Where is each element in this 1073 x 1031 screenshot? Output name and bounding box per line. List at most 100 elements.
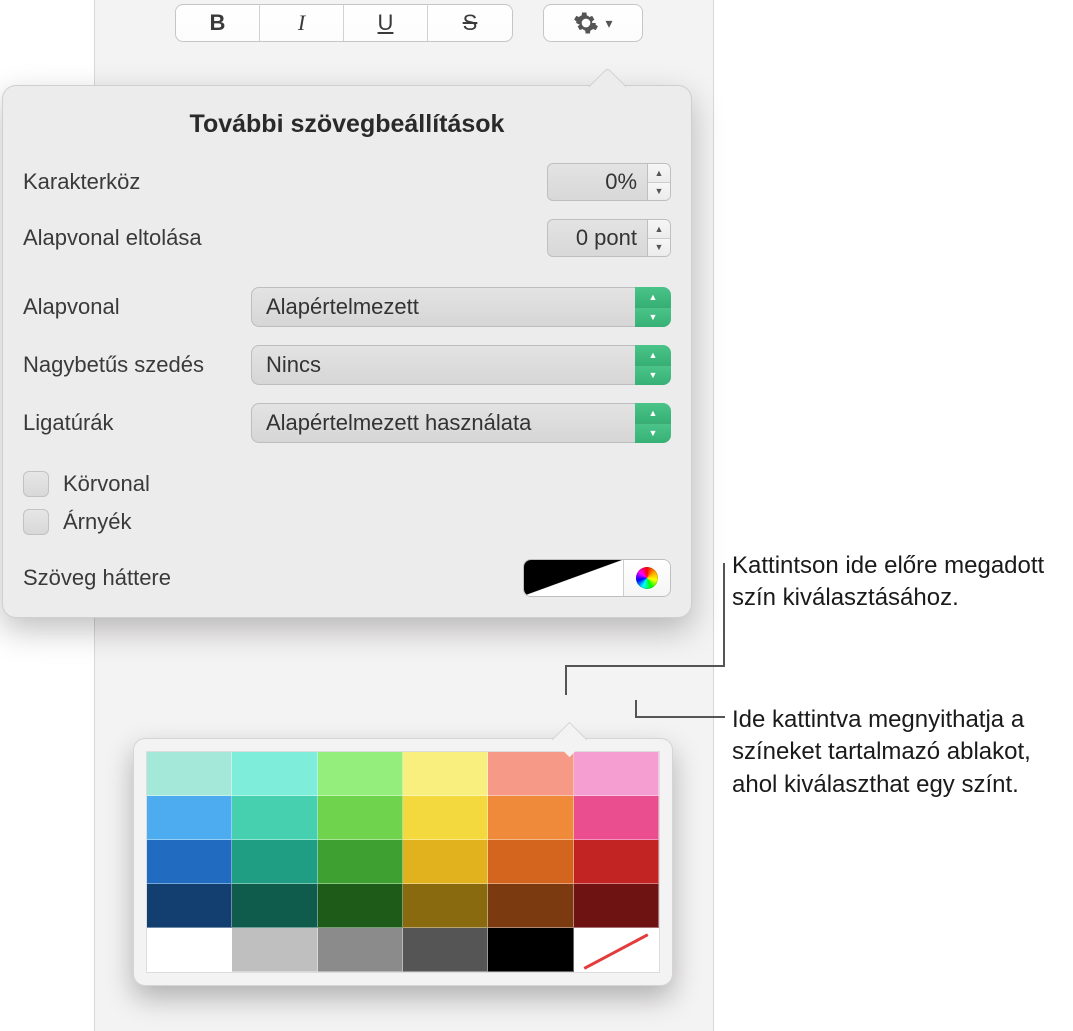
callout-preset-color: Kattintson ide előre megadott szín kivál…	[732, 550, 1052, 615]
outline-row: Körvonal	[23, 471, 671, 497]
palette-swatch[interactable]	[318, 840, 403, 884]
palette-swatch[interactable]	[403, 752, 488, 796]
palette-swatch[interactable]	[488, 928, 573, 972]
palette-swatch[interactable]	[232, 840, 317, 884]
caps-dd-arrows: ▲ ▼	[635, 345, 671, 385]
leader-line	[565, 665, 567, 695]
char-spacing-value: 0%	[547, 163, 647, 201]
format-toolbar: B I U S ▾	[175, 4, 643, 42]
leader-line	[565, 665, 725, 667]
char-spacing-up[interactable]: ▲	[648, 164, 670, 183]
callout-color-wheel: Ide kattintva megnyithatja a színeket ta…	[732, 704, 1052, 801]
dd-down[interactable]: ▼	[635, 424, 671, 444]
leader-line	[723, 563, 725, 667]
chevron-down-icon: ▾	[605, 15, 612, 32]
palette-swatch[interactable]	[318, 928, 403, 972]
strikethrough-button[interactable]: S	[428, 5, 512, 41]
underline-button[interactable]: U	[344, 5, 428, 41]
palette-swatch[interactable]	[147, 796, 232, 840]
palette-swatch[interactable]	[403, 928, 488, 972]
baseline-shift-row: Alapvonal eltolása 0 pont ▲ ▼	[23, 219, 671, 257]
text-options-popover: További szövegbeállítások Karakterköz 0%…	[2, 85, 692, 618]
dd-down[interactable]: ▼	[635, 308, 671, 328]
palette-swatch[interactable]	[318, 752, 403, 796]
text-background-colorwell	[523, 559, 671, 597]
more-text-options-button[interactable]: ▾	[543, 4, 643, 42]
baseline-label: Alapvonal	[23, 294, 120, 320]
ligatures-dropdown[interactable]: Alapértelmezett használata ▲ ▼	[251, 403, 671, 443]
char-spacing-label: Karakterköz	[23, 169, 140, 195]
gear-icon	[573, 10, 599, 36]
bold-button[interactable]: B	[176, 5, 260, 41]
palette-swatch[interactable]	[574, 884, 659, 928]
text-background-label: Szöveg háttere	[23, 565, 171, 591]
palette-swatch[interactable]	[318, 796, 403, 840]
palette-swatch[interactable]	[574, 928, 659, 972]
colorwheel-icon	[636, 567, 658, 589]
ligatures-label: Ligatúrák	[23, 410, 114, 436]
palette-swatch[interactable]	[232, 752, 317, 796]
preset-color-swatch[interactable]	[524, 560, 624, 596]
palette-swatch[interactable]	[403, 840, 488, 884]
baseline-shift-arrows: ▲ ▼	[647, 219, 671, 257]
text-background-row: Szöveg háttere	[23, 559, 671, 597]
baseline-shift-stepper[interactable]: 0 pont ▲ ▼	[547, 219, 671, 257]
popover-title: További szövegbeállítások	[23, 110, 671, 139]
palette-swatch[interactable]	[318, 884, 403, 928]
palette-swatch[interactable]	[403, 796, 488, 840]
outline-checkbox[interactable]	[23, 471, 49, 497]
outline-label: Körvonal	[63, 471, 150, 497]
shadow-row: Árnyék	[23, 509, 671, 535]
bold-glyph: B	[210, 10, 226, 36]
palette-swatch[interactable]	[232, 928, 317, 972]
ligatures-dd-arrows: ▲ ▼	[635, 403, 671, 443]
palette-swatch[interactable]	[574, 840, 659, 884]
color-picker-button[interactable]	[624, 560, 670, 596]
shadow-checkbox[interactable]	[23, 509, 49, 535]
strike-glyph: S	[463, 10, 478, 36]
caps-value: Nincs	[251, 345, 635, 385]
baseline-shift-label: Alapvonal eltolása	[23, 225, 202, 251]
baseline-dd-arrows: ▲ ▼	[635, 287, 671, 327]
palette-swatch[interactable]	[232, 884, 317, 928]
palette-swatch[interactable]	[147, 752, 232, 796]
shadow-label: Árnyék	[63, 509, 131, 535]
palette-swatch[interactable]	[147, 884, 232, 928]
palette-swatch[interactable]	[574, 752, 659, 796]
char-spacing-arrows: ▲ ▼	[647, 163, 671, 201]
baseline-row: Alapvonal Alapértelmezett ▲ ▼	[23, 287, 671, 327]
dd-up[interactable]: ▲	[635, 287, 671, 308]
leader-line	[635, 716, 725, 718]
preset-color-palette	[133, 738, 673, 986]
baseline-value: Alapértelmezett	[251, 287, 635, 327]
palette-swatch[interactable]	[147, 840, 232, 884]
baseline-dropdown[interactable]: Alapértelmezett ▲ ▼	[251, 287, 671, 327]
palette-swatch[interactable]	[574, 796, 659, 840]
palette-swatch[interactable]	[232, 796, 317, 840]
char-spacing-stepper[interactable]: 0% ▲ ▼	[547, 163, 671, 201]
baseline-shift-up[interactable]: ▲	[648, 220, 670, 239]
ligatures-row: Ligatúrák Alapértelmezett használata ▲ ▼	[23, 403, 671, 443]
palette-swatch[interactable]	[488, 840, 573, 884]
underline-glyph: U	[378, 10, 394, 36]
palette-swatch[interactable]	[488, 884, 573, 928]
style-segmented-control: B I U S	[175, 4, 513, 42]
caps-label: Nagybetűs szedés	[23, 352, 204, 378]
baseline-shift-value: 0 pont	[547, 219, 647, 257]
char-spacing-down[interactable]: ▼	[648, 183, 670, 201]
palette-swatch[interactable]	[488, 752, 573, 796]
caps-dropdown[interactable]: Nincs ▲ ▼	[251, 345, 671, 385]
italic-glyph: I	[298, 10, 305, 36]
dd-up[interactable]: ▲	[635, 403, 671, 424]
italic-button[interactable]: I	[260, 5, 344, 41]
caps-row: Nagybetűs szedés Nincs ▲ ▼	[23, 345, 671, 385]
dd-down[interactable]: ▼	[635, 366, 671, 386]
dd-up[interactable]: ▲	[635, 345, 671, 366]
palette-swatch[interactable]	[488, 796, 573, 840]
palette-swatch[interactable]	[403, 884, 488, 928]
palette-grid	[146, 751, 660, 973]
baseline-shift-down[interactable]: ▼	[648, 239, 670, 257]
palette-swatch[interactable]	[147, 928, 232, 972]
ligatures-value: Alapértelmezett használata	[251, 403, 635, 443]
char-spacing-row: Karakterköz 0% ▲ ▼	[23, 163, 671, 201]
